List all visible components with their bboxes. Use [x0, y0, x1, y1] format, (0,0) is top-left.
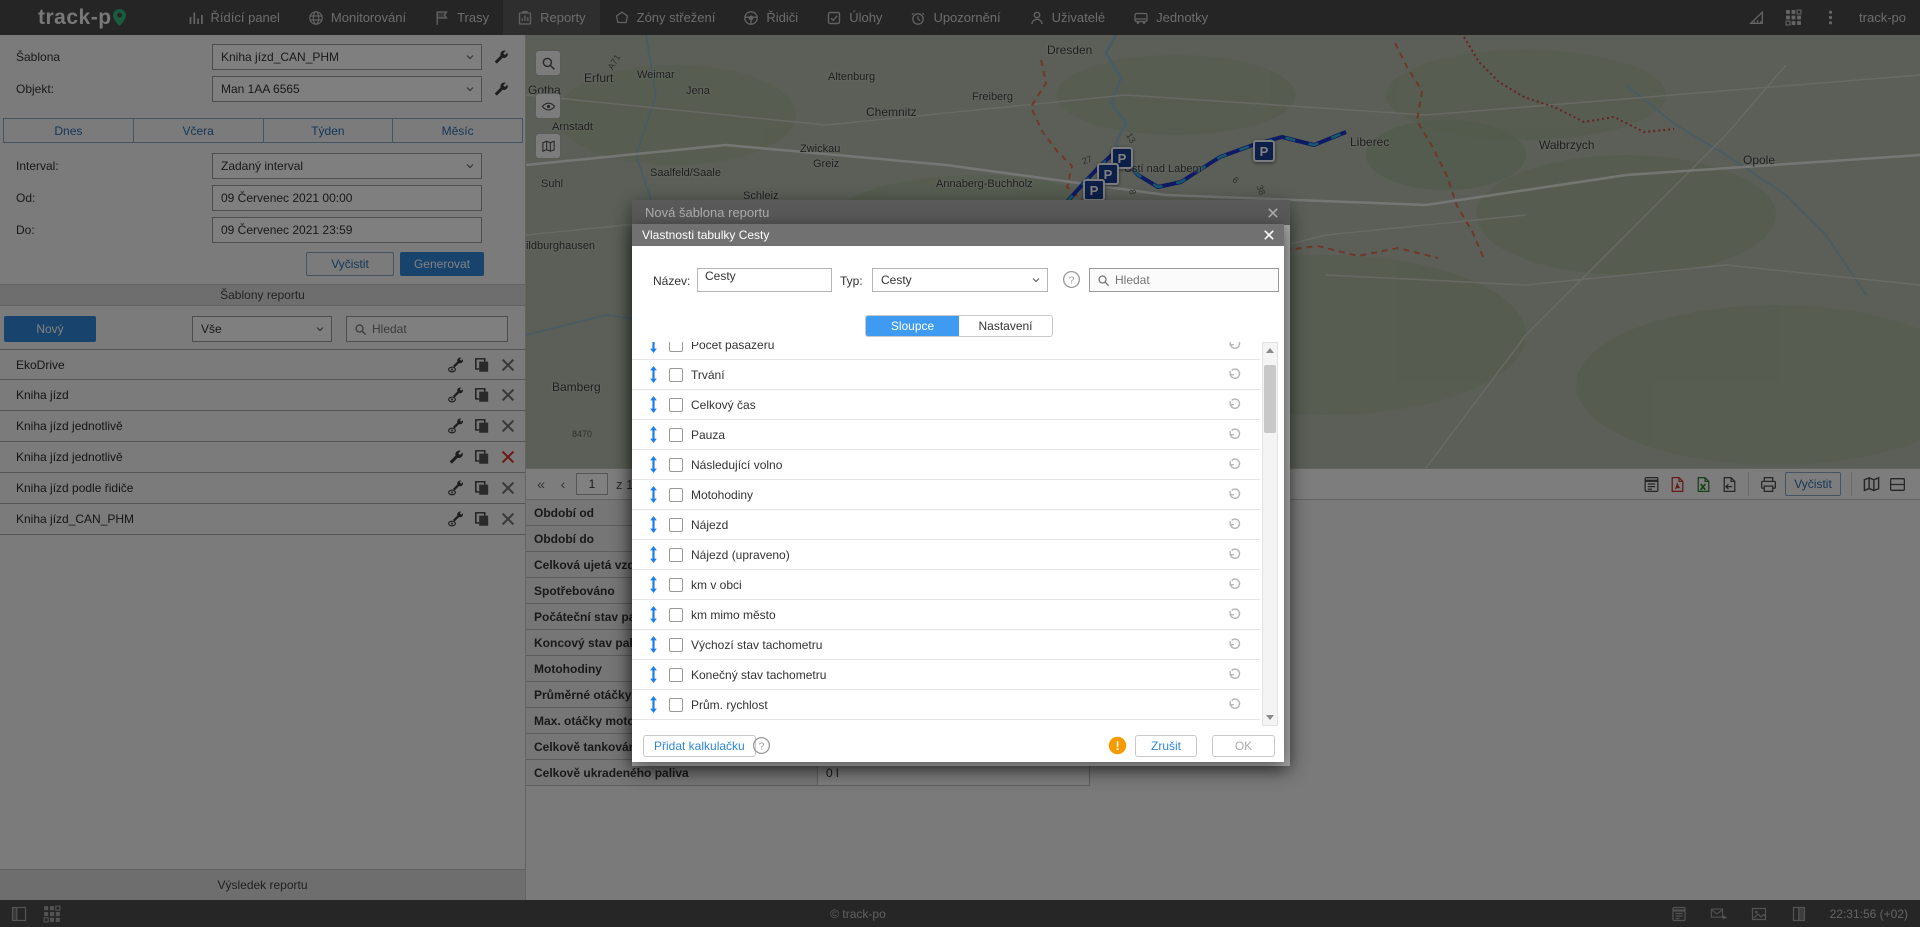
column-row[interactable]: Nájezd [632, 510, 1260, 540]
modal-tabs: SloupceNastavení [865, 315, 1053, 337]
undo-icon[interactable] [1227, 342, 1242, 352]
column-name: Konečný stav tachometru [691, 668, 826, 682]
column-checkbox[interactable] [669, 488, 683, 502]
drag-updown-icon[interactable] [648, 456, 659, 473]
name-label: Název: [653, 274, 690, 288]
column-name: Prům. rychlost [691, 698, 768, 712]
column-name: Výchozí stav tachometru [691, 638, 822, 652]
drag-updown-icon[interactable] [648, 696, 659, 713]
undo-icon[interactable] [1227, 457, 1242, 472]
column-row[interactable]: Nájezd (upraveno) [632, 540, 1260, 570]
column-row[interactable]: Konečný stav tachometru [632, 660, 1260, 690]
inner-modal-titlebar: Vlastnosti tabulky Cesty [632, 224, 1284, 246]
column-name: km mimo město [691, 608, 776, 622]
column-checkbox[interactable] [669, 638, 683, 652]
table-properties-modal: Vlastnosti tabulky Cesty Název: Typ: Ces… [632, 224, 1284, 762]
scrollbar[interactable] [1262, 342, 1278, 726]
column-checkbox[interactable] [669, 368, 683, 382]
column-row[interactable]: Prům. rychlost [632, 690, 1260, 720]
scroll-up-icon[interactable] [1263, 343, 1277, 358]
column-name: Motohodiny [691, 488, 753, 502]
drag-updown-icon[interactable] [648, 546, 659, 563]
column-name: Nájezd (upraveno) [691, 548, 790, 562]
column-row[interactable]: Motohodiny [632, 480, 1260, 510]
undo-icon[interactable] [1227, 637, 1242, 652]
drag-updown-icon[interactable] [648, 396, 659, 413]
column-search[interactable] [1089, 268, 1279, 292]
svg-text:?: ? [759, 741, 765, 752]
column-list: Počet pasažérů Trvání Celkový čas Pauza … [632, 342, 1260, 726]
drag-updown-icon[interactable] [648, 516, 659, 533]
column-row[interactable]: Následující volno [632, 450, 1260, 480]
column-checkbox[interactable] [669, 428, 683, 442]
column-checkbox[interactable] [669, 608, 683, 622]
undo-icon[interactable] [1227, 577, 1242, 592]
column-row[interactable]: km mimo město [632, 600, 1260, 630]
drag-updown-icon[interactable] [648, 636, 659, 653]
column-name: Trvání [691, 368, 725, 382]
cancel-button[interactable]: Zrušit [1135, 735, 1197, 757]
drag-updown-icon[interactable] [648, 606, 659, 623]
tab-sloupce[interactable]: Sloupce [866, 316, 959, 336]
column-checkbox[interactable] [669, 518, 683, 532]
column-name: Celkový čas [691, 398, 756, 412]
column-checkbox[interactable] [669, 698, 683, 712]
column-row[interactable]: Celkový čas [632, 390, 1260, 420]
undo-icon[interactable] [1227, 667, 1242, 682]
undo-icon[interactable] [1227, 427, 1242, 442]
help-icon[interactable]: ? [752, 736, 771, 755]
column-name: Nájezd [691, 518, 728, 532]
drag-updown-icon[interactable] [648, 576, 659, 593]
svg-text:?: ? [1069, 275, 1075, 286]
drag-updown-icon[interactable] [648, 342, 659, 353]
chevron-down-icon [1030, 274, 1042, 286]
type-select[interactable]: Cesty [872, 268, 1048, 292]
drag-updown-icon[interactable] [648, 426, 659, 443]
undo-icon[interactable] [1227, 547, 1242, 562]
scrollbar-thumb[interactable] [1264, 365, 1276, 433]
close-icon[interactable] [1262, 228, 1276, 242]
column-checkbox[interactable] [669, 458, 683, 472]
help-icon[interactable]: ? [1062, 270, 1081, 289]
undo-icon[interactable] [1227, 697, 1242, 712]
column-checkbox[interactable] [669, 578, 683, 592]
drag-updown-icon[interactable] [648, 366, 659, 383]
ok-button[interactable]: OK [1212, 735, 1275, 757]
column-row[interactable]: Počet pasažérů [632, 342, 1260, 360]
add-calculator-button[interactable]: Přidat kalkulačku [643, 735, 756, 757]
type-label: Typ: [840, 274, 863, 288]
column-name: Počet pasažérů [691, 342, 774, 352]
drag-updown-icon[interactable] [648, 666, 659, 683]
column-name: km v obci [691, 578, 742, 592]
drag-updown-icon[interactable] [648, 486, 659, 503]
column-checkbox[interactable] [669, 548, 683, 562]
column-checkbox[interactable] [669, 398, 683, 412]
search-icon [1097, 274, 1110, 287]
tab-nastaven[interactable]: Nastavení [959, 316, 1052, 336]
warning-icon: ! [1108, 736, 1127, 755]
app-window: track-p Řídící panel Monitorování Trasy … [0, 0, 1920, 927]
undo-icon[interactable] [1227, 607, 1242, 622]
column-row[interactable]: Pauza [632, 420, 1260, 450]
undo-icon[interactable] [1227, 367, 1242, 382]
column-name: Následující volno [691, 458, 782, 472]
name-field[interactable] [697, 268, 832, 292]
column-checkbox[interactable] [669, 668, 683, 682]
scroll-down-icon[interactable] [1263, 710, 1277, 725]
column-checkbox[interactable] [669, 342, 683, 352]
undo-icon[interactable] [1227, 487, 1242, 502]
column-row[interactable]: Trvání [632, 360, 1260, 390]
undo-icon[interactable] [1227, 517, 1242, 532]
undo-icon[interactable] [1227, 397, 1242, 412]
column-row[interactable]: km v obci [632, 570, 1260, 600]
column-row[interactable]: Výchozí stav tachometru [632, 630, 1260, 660]
inner-modal-title: Vlastnosti tabulky Cesty [642, 228, 769, 242]
column-name: Pauza [691, 428, 725, 442]
svg-text:!: ! [1115, 739, 1119, 753]
